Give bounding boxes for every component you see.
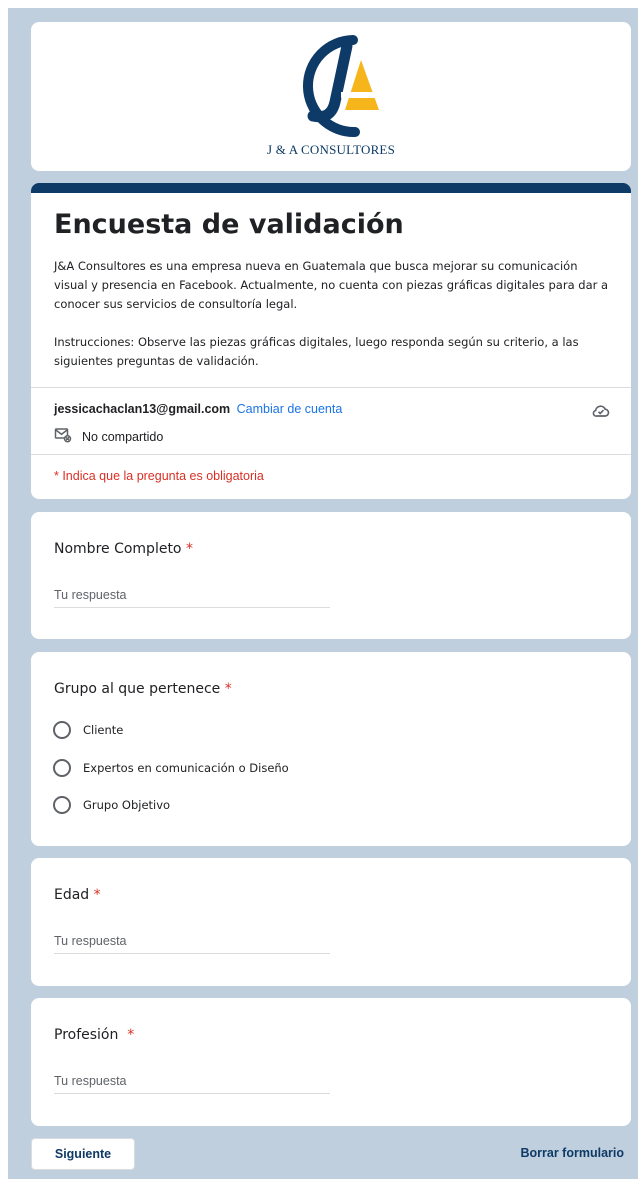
question-title-text: Grupo al que pertenece — [54, 681, 221, 697]
question-title-text: Edad — [54, 887, 90, 903]
switch-account-link[interactable]: Cambiar de cuenta — [237, 402, 343, 416]
required-star: * — [127, 1027, 135, 1043]
question-title: Nombre Completo * — [54, 541, 193, 557]
account-email: jessicachaclan13@gmail.com — [54, 402, 231, 416]
radio-option-expertos[interactable]: Expertos en comunicación o Diseño — [53, 759, 289, 777]
mail-not-shared-icon — [54, 427, 82, 446]
not-shared-label: No compartido — [82, 429, 164, 444]
option-label: Grupo Objetivo — [83, 798, 171, 812]
question-title-text: Nombre Completo — [54, 541, 182, 557]
brand-logo — [283, 32, 383, 152]
form-description: J&A Consultores es una empresa nueva en … — [54, 259, 609, 368]
divider — [31, 387, 631, 388]
age-input[interactable]: Tu respuesta — [54, 934, 330, 954]
brand-logo-text: J & A CONSULTORES — [266, 142, 396, 157]
radio-button[interactable] — [53, 721, 71, 739]
header-image-card: J & A CONSULTORES — [31, 22, 631, 171]
radio-option-grupo-objetivo[interactable]: Grupo Objetivo — [53, 796, 170, 814]
required-note: * Indica que la pregunta es obligatoria — [54, 469, 264, 483]
question-card-group: Grupo al que pertenece * Cliente Experto… — [31, 652, 631, 846]
required-star: * — [185, 541, 193, 557]
cloud-saved-icon — [591, 401, 611, 426]
question-card-age: Edad * Tu respuesta — [31, 858, 631, 986]
account-info: jessicachaclan13@gmail.com Cambiar de cu… — [54, 402, 342, 416]
question-card-full-name: Nombre Completo * Tu respuesta — [31, 512, 631, 639]
radio-button[interactable] — [53, 759, 71, 777]
radio-option-cliente[interactable]: Cliente — [53, 721, 123, 739]
question-title: Profesión * — [54, 1027, 134, 1043]
profession-input[interactable]: Tu respuesta — [54, 1074, 330, 1094]
option-label: Cliente — [83, 723, 124, 737]
required-star: * — [224, 681, 232, 697]
question-title: Grupo al que pertenece * — [54, 681, 232, 697]
required-star: * — [93, 887, 101, 903]
form-title: Encuesta de validación — [54, 209, 404, 240]
question-title: Edad * — [54, 887, 101, 903]
divider — [31, 454, 631, 455]
not-shared-status: No compartido — [54, 427, 163, 446]
full-name-input[interactable]: Tu respuesta — [54, 588, 330, 608]
clear-form-button[interactable]: Borrar formulario — [521, 1146, 625, 1160]
radio-button[interactable] — [53, 796, 71, 814]
question-title-text: Profesión — [54, 1027, 123, 1043]
title-accent-bar — [31, 183, 631, 193]
question-card-profession: Profesión * Tu respuesta — [31, 998, 631, 1126]
form-title-card: Encuesta de validación J&A Consultores e… — [31, 183, 631, 499]
option-label: Expertos en comunicación o Diseño — [83, 761, 289, 775]
next-button[interactable]: Siguiente — [31, 1138, 135, 1170]
